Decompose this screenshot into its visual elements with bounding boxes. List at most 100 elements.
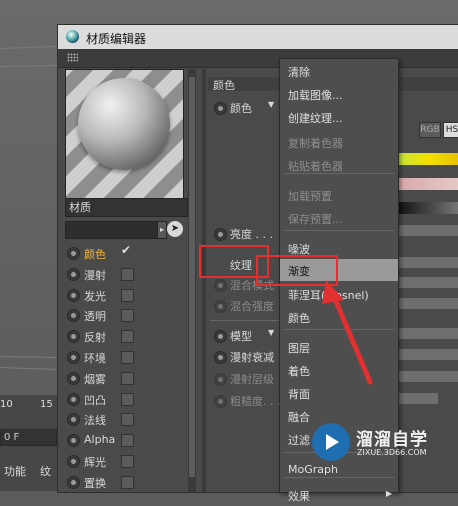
channel-radio[interactable] [67, 288, 80, 302]
channel-checkbox[interactable] [121, 434, 134, 448]
channel-radio[interactable] [67, 309, 80, 323]
channel-row[interactable]: 置换 [65, 472, 145, 492]
channel-checkbox[interactable] [121, 330, 134, 344]
tab-functions[interactable]: 功能 [4, 463, 26, 479]
brightness-radio[interactable] [214, 228, 227, 241]
mix-strength-slider[interactable] [398, 298, 458, 309]
triangle-down-icon[interactable]: ▼ [268, 328, 274, 337]
diffuse-falloff-label: 漫射衰减 [230, 351, 274, 364]
channel-checkbox[interactable] [121, 309, 134, 323]
diffuse-falloff-slider[interactable] [398, 349, 458, 360]
channel-row[interactable]: 环境 [65, 347, 145, 367]
menu-item[interactable]: 复制着色器 [280, 131, 398, 153]
menu-item-label: MoGraph [288, 463, 338, 476]
channel-radio[interactable] [67, 392, 80, 406]
texture-slot[interactable] [398, 257, 458, 268]
channel-radio[interactable] [67, 475, 80, 489]
channel-checkbox[interactable] [121, 392, 134, 406]
divider [210, 320, 280, 321]
channel-row[interactable]: Alpha [65, 430, 145, 450]
submenu-arrow-icon: ▶ [385, 489, 392, 498]
channel-radio[interactable] [67, 413, 80, 427]
channel-radio[interactable] [67, 330, 80, 344]
channel-label: 透明 [84, 310, 106, 324]
rgb-button[interactable]: RGB [419, 122, 441, 138]
hue-slider[interactable] [398, 153, 458, 165]
chevron-right-icon[interactable]: ▸ [157, 221, 167, 239]
channel-label: 颜色 [84, 248, 106, 261]
diffuse-falloff-radio[interactable] [214, 351, 227, 364]
channel-row[interactable]: 透明 [65, 305, 145, 325]
left-scrollbar[interactable] [188, 69, 196, 492]
channel-row[interactable]: 颜色 ✔ [65, 243, 145, 263]
channel-row[interactable]: 发光 [65, 285, 145, 305]
channel-checkbox[interactable] [121, 267, 134, 281]
roughness-slider[interactable] [398, 393, 438, 404]
mix-mode-field[interactable] [398, 277, 458, 288]
material-name-field[interactable]: 材质 [65, 198, 188, 217]
menu-item[interactable]: 效果 [280, 484, 398, 506]
menu-item[interactable]: 清除 [280, 60, 398, 82]
menu-item[interactable]: 保存预置... [280, 207, 398, 229]
material-preview[interactable] [65, 69, 184, 199]
diffuse-level-radio[interactable] [214, 373, 227, 386]
model-field[interactable] [398, 328, 458, 339]
channel-label: 辉光 [84, 456, 106, 469]
menu-item[interactable]: 加载图像... [280, 83, 398, 105]
menu-separator [284, 230, 394, 231]
checkmark-icon[interactable]: ✔ [121, 243, 131, 257]
tab-texture[interactable]: 纹 [40, 463, 51, 479]
channel-checkbox[interactable] [121, 351, 134, 364]
channel-checkbox[interactable] [121, 455, 134, 468]
brightness-slider[interactable] [398, 225, 458, 236]
color-radio[interactable] [214, 102, 227, 115]
channel-radio[interactable] [67, 455, 80, 468]
menu-item-label: 复制着色器 [288, 137, 343, 150]
hsv-button[interactable]: HS [443, 122, 458, 138]
channel-label: 置换 [84, 476, 106, 490]
mix-mode-radio[interactable] [214, 279, 227, 292]
channel-row[interactable]: 反射 [65, 326, 145, 346]
pointer-icon[interactable]: ➤ [167, 221, 183, 237]
menu-item-label: 清除 [288, 66, 310, 79]
channel-checkbox[interactable] [121, 475, 134, 489]
play-logo-icon [312, 423, 350, 461]
channel-row[interactable]: 法线 [65, 409, 145, 429]
menu-item-label: 颜色 [288, 312, 310, 325]
window-title: 材质编辑器 [86, 32, 147, 46]
diffuse-level-label: 漫射层级 [230, 373, 274, 386]
channel-row[interactable]: 凹凸 [65, 389, 145, 409]
channel-radio[interactable] [67, 434, 80, 448]
channel-filter-input[interactable] [65, 221, 159, 239]
roughness-radio[interactable] [214, 395, 227, 408]
channel-radio[interactable] [67, 351, 80, 364]
channel-radio[interactable] [67, 267, 80, 281]
channel-checkbox[interactable] [121, 288, 134, 302]
channel-row[interactable]: 漫射 [65, 264, 145, 284]
diffuse-level-slider[interactable] [398, 371, 458, 382]
triangle-down-icon[interactable]: ▼ [268, 100, 274, 109]
menu-item[interactable]: 创建纹理... [280, 106, 398, 128]
scroll-thumb[interactable] [189, 77, 195, 477]
channel-row[interactable]: 辉光 [65, 451, 145, 471]
brightness-label: 亮度 . . . [230, 228, 273, 241]
channel-checkbox[interactable] [121, 413, 134, 427]
frame-field[interactable]: 0 F [0, 429, 57, 446]
channel-list: 颜色 ✔ 漫射 发光透明反射 环境 烟雾 凹凸 法线 Alpha 辉光置换 [58, 243, 186, 493]
menu-item-label: 保存预置... [288, 213, 343, 226]
model-radio[interactable] [214, 330, 227, 343]
channel-row[interactable]: 烟雾 [65, 368, 145, 388]
title-bar[interactable]: 材质编辑器 [58, 25, 458, 49]
channel-radio[interactable] [67, 371, 80, 385]
model-label: 模型 [230, 330, 252, 343]
saturation-slider[interactable] [398, 178, 458, 190]
channel-checkbox[interactable] [121, 371, 134, 385]
panel-divider [202, 69, 206, 492]
value-slider[interactable] [398, 202, 458, 214]
mix-strength-radio[interactable] [214, 300, 227, 313]
channel-radio[interactable] [67, 247, 80, 260]
menu-item[interactable]: 加载预置 [280, 184, 398, 206]
grip-icon[interactable] [67, 53, 78, 62]
watermark-url: ZIXUE.3D66.COM [357, 448, 427, 457]
section-title: 颜色 [213, 79, 235, 92]
